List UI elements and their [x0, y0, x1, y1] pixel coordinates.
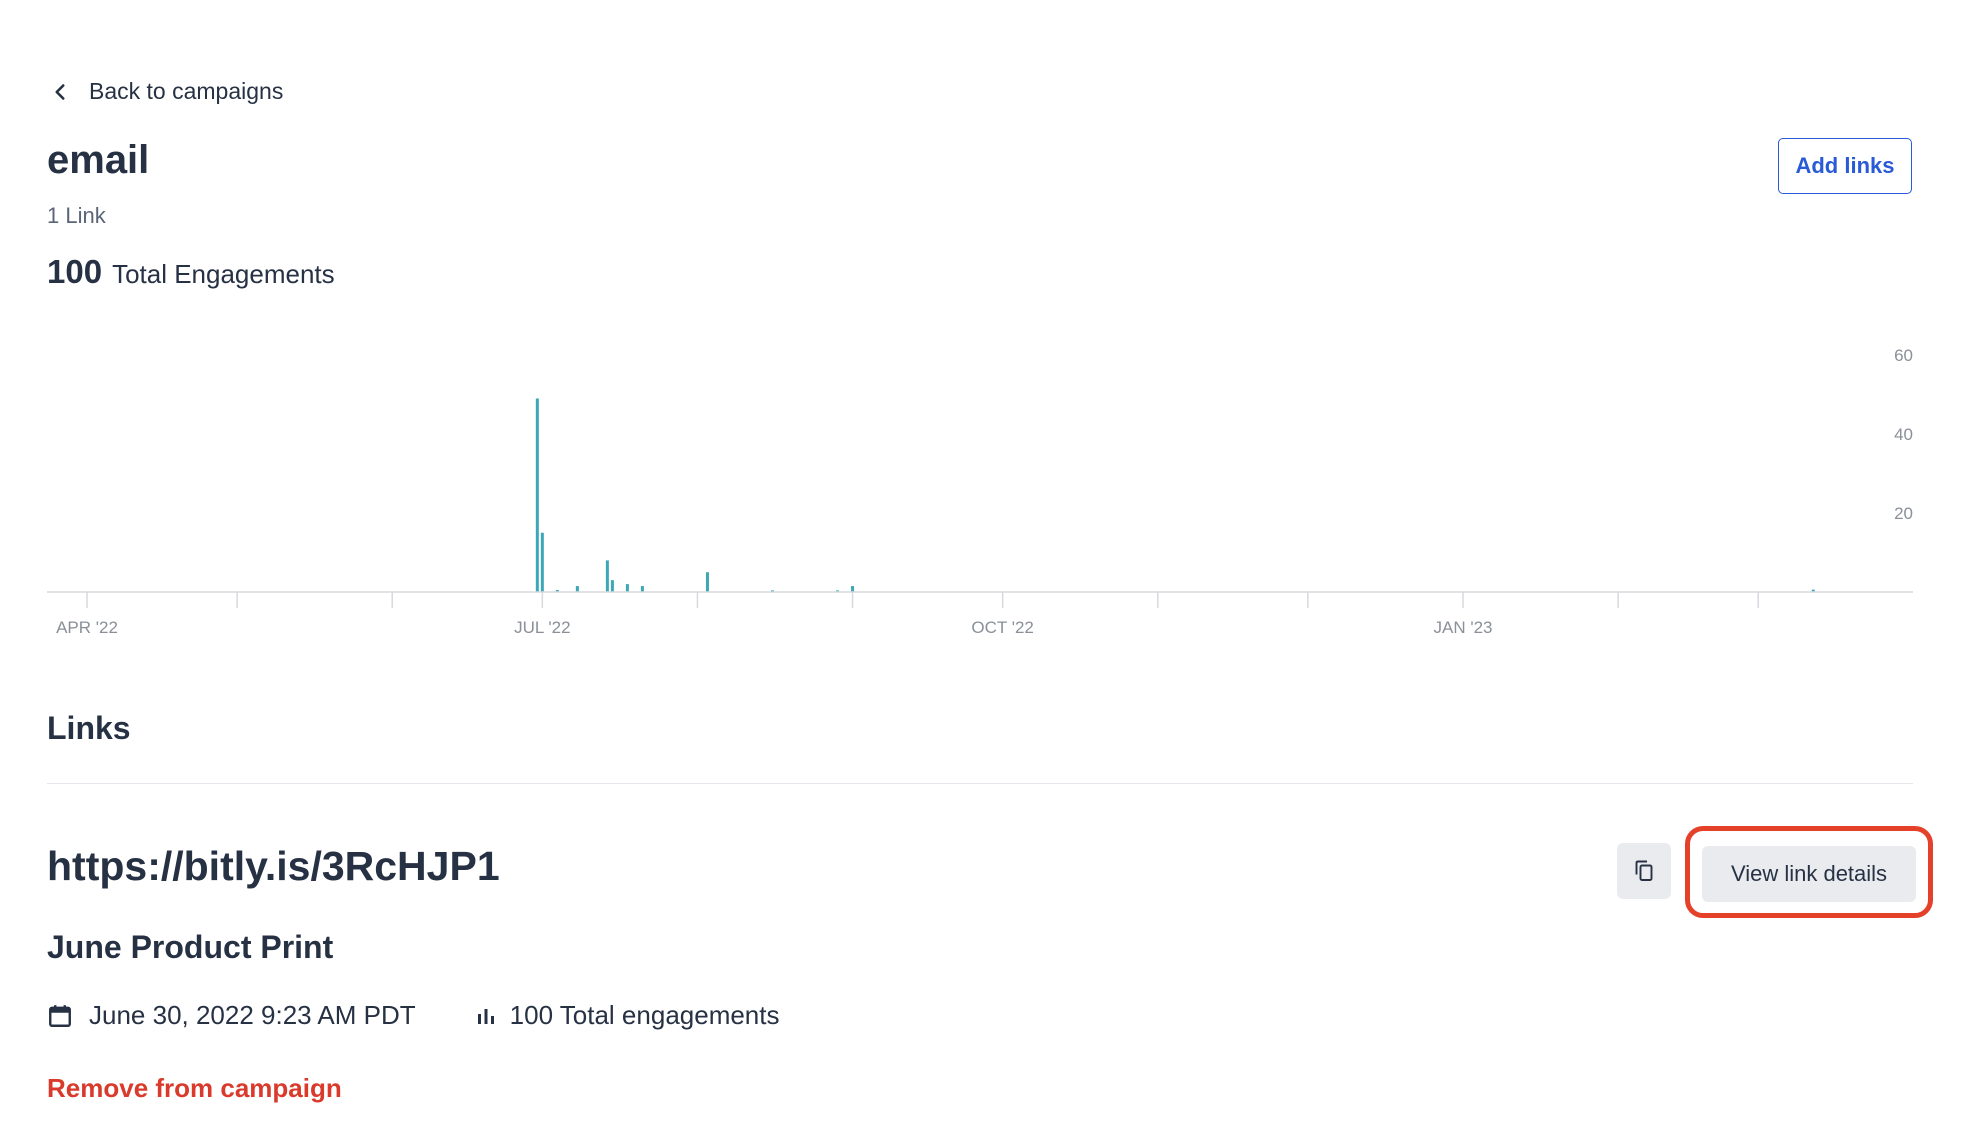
campaign-page: Back to campaigns email 1 Link 100 Total…: [0, 0, 1962, 1136]
view-link-details-button[interactable]: View link details: [1702, 846, 1916, 902]
y-axis: 20 40 60: [1894, 346, 1913, 523]
copy-link-button[interactable]: [1617, 843, 1671, 899]
link-meta: June 30, 2022 9:23 AM PDT 100 Total enga…: [47, 1000, 780, 1031]
total-engagements-number: 100: [47, 253, 103, 290]
chart-bar: [705, 572, 709, 592]
y-axis-label: 20: [1894, 504, 1913, 523]
chevron-left-icon: [55, 83, 65, 100]
view-link-details-highlight: View link details: [1685, 826, 1933, 918]
y-axis-label: 60: [1894, 346, 1913, 365]
calendar-icon: [49, 1004, 71, 1027]
copy-icon: [1635, 860, 1653, 881]
chart-bars: [535, 398, 1815, 592]
link-url: https://bitly.is/3RcHJP1: [47, 843, 500, 889]
campaign-title: email: [47, 138, 150, 182]
total-engagements: 100 Total Engagements: [47, 253, 335, 291]
link-count: 1 Link: [47, 203, 106, 228]
chart-bar: [535, 398, 539, 592]
chart-bar: [605, 560, 609, 592]
link-created-date: June 30, 2022 9:23 AM PDT: [89, 1000, 416, 1030]
y-axis-label: 40: [1894, 425, 1913, 444]
x-axis-labels: APR '22 JUL '22 OCT '22 JAN '23: [56, 618, 1492, 637]
link-engagements: 100 Total engagements: [509, 1000, 780, 1030]
chart-bar: [540, 532, 544, 592]
section-divider: [47, 783, 1913, 784]
link-title: June Product Print: [47, 929, 334, 965]
x-axis-label: JUL '22: [514, 618, 570, 637]
x-axis-label: JAN '23: [1434, 618, 1493, 637]
total-engagements-label: Total Engagements: [112, 259, 335, 289]
x-axis-tick-marks: [86, 592, 1759, 608]
chart-bar: [640, 586, 644, 592]
engagement-chart: 20 40 60 APR '22 JUL '22 OCT '22 JAN '23: [47, 346, 1913, 637]
bar-chart-icon: [476, 1006, 496, 1026]
chart-bar: [851, 586, 855, 592]
links-section-title: Links: [47, 710, 131, 746]
x-axis-label: OCT '22: [971, 618, 1033, 637]
chart-bar: [575, 586, 579, 592]
back-label: Back to campaigns: [89, 78, 284, 104]
remove-from-campaign-link[interactable]: Remove from campaign: [47, 1073, 342, 1104]
add-links-button[interactable]: Add links: [1778, 138, 1912, 194]
back-to-campaigns-link[interactable]: Back to campaigns: [47, 78, 283, 105]
chart-bar: [625, 584, 629, 592]
chart-bar: [610, 580, 614, 592]
x-axis-label: APR '22: [56, 618, 118, 637]
